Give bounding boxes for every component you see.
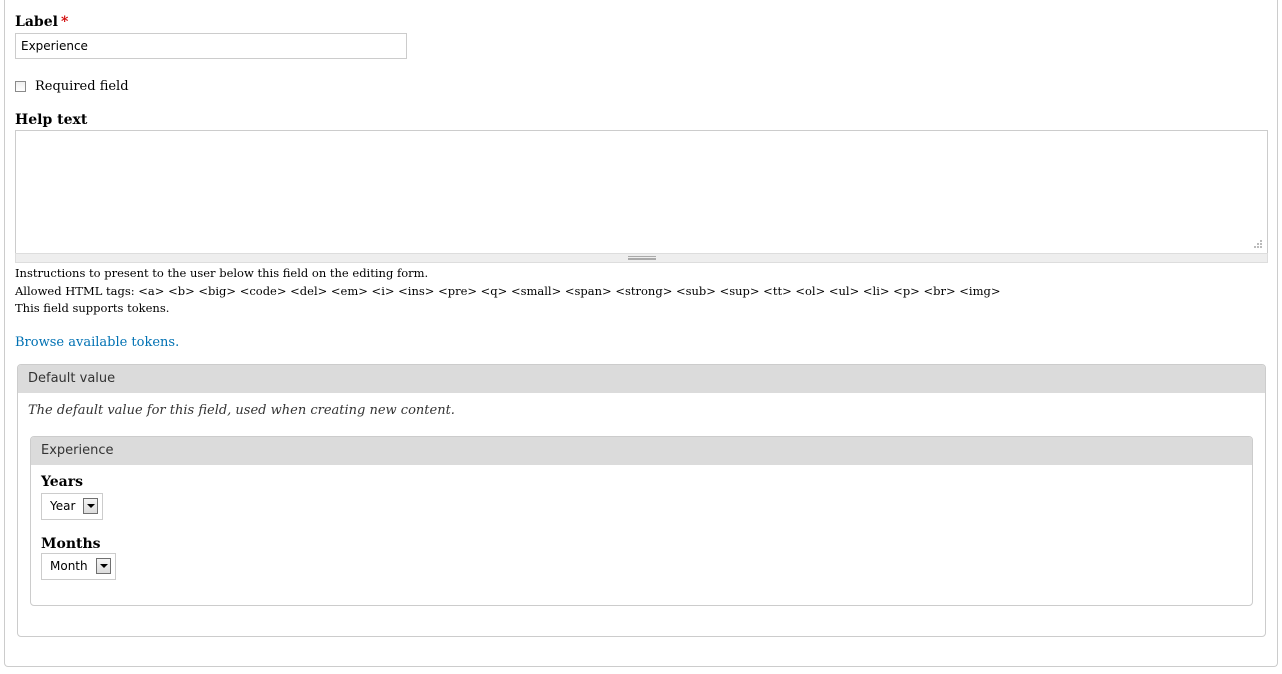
required-field-label[interactable]: Required field	[35, 78, 129, 95]
required-marker: *	[60, 14, 69, 30]
years-select[interactable]: Year	[41, 493, 103, 520]
label-field-label: Label *	[15, 13, 68, 31]
help-text-description: Instructions to present to the user belo…	[15, 266, 429, 280]
resize-handle-icon[interactable]	[1253, 239, 1263, 249]
experience-legend: Experience	[31, 437, 1252, 465]
months-label: Months	[41, 536, 101, 552]
months-select[interactable]: Month	[41, 553, 116, 580]
years-label: Years	[41, 474, 84, 490]
default-value-description: The default value for this field, used w…	[28, 403, 455, 418]
browse-tokens-link[interactable]: Browse available tokens.	[15, 334, 179, 351]
experience-fieldset: Experience	[30, 436, 1253, 606]
months-selected-value: Month	[50, 559, 88, 573]
chevron-down-icon[interactable]	[96, 558, 111, 574]
help-text-label: Help text	[15, 112, 88, 128]
help-text-textarea[interactable]	[15, 130, 1268, 254]
default-value-legend: Default value	[18, 365, 1265, 393]
tokens-support-note: This field supports tokens.	[15, 301, 170, 315]
textarea-grippie[interactable]	[15, 253, 1268, 263]
years-selected-value: Year	[50, 499, 76, 513]
required-field-checkbox[interactable]	[15, 81, 26, 92]
label-input[interactable]: Experience	[15, 33, 407, 59]
label-field-label-text: Label	[15, 14, 58, 30]
chevron-down-icon[interactable]	[83, 498, 98, 514]
allowed-html-tags: Allowed HTML tags: <a> <b> <big> <code> …	[15, 284, 1001, 298]
grippie-lines-icon	[628, 256, 656, 260]
